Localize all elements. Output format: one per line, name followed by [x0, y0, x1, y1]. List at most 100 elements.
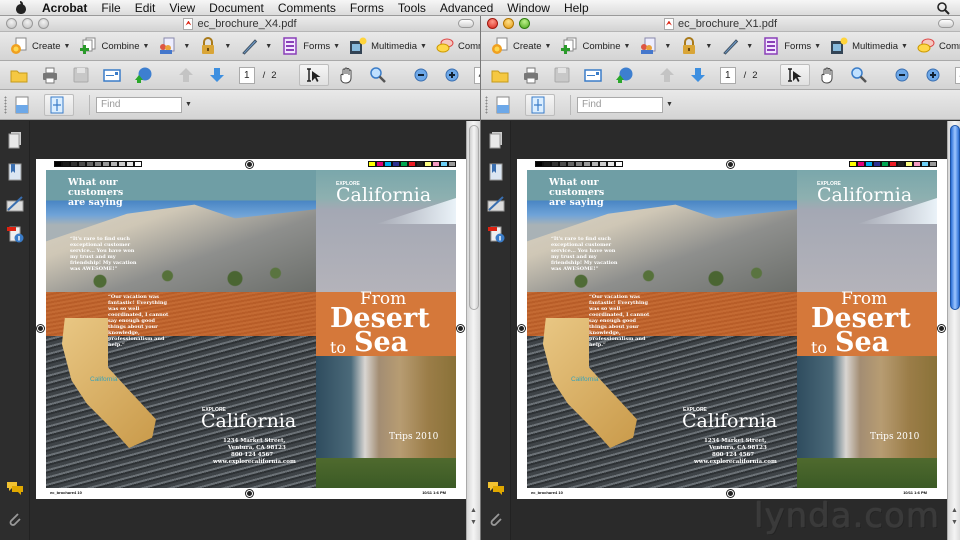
- find-input[interactable]: Find: [96, 96, 182, 113]
- document-info-icon[interactable]: [487, 225, 505, 243]
- marquee-zoom-button[interactable]: [850, 64, 872, 86]
- comment-button[interactable]: Comment▼: [917, 35, 960, 57]
- select-tool-button[interactable]: [298, 64, 329, 86]
- open-button[interactable]: [10, 64, 32, 86]
- zoom-out-button[interactable]: [893, 64, 915, 86]
- secure-button[interactable]: ▼: [680, 35, 712, 57]
- find-input[interactable]: Find: [577, 96, 663, 113]
- email-button[interactable]: [103, 64, 125, 86]
- combine-button[interactable]: Combine ▼: [79, 35, 149, 57]
- zoom-out-button[interactable]: [412, 64, 434, 86]
- lock-icon: [202, 37, 215, 54]
- menu-comments[interactable]: Comments: [278, 1, 336, 15]
- scroll-up-arrow-icon[interactable]: ▲: [470, 507, 477, 514]
- menu-document[interactable]: Document: [209, 1, 264, 15]
- create-button[interactable]: Create ▼: [491, 35, 551, 57]
- toolbar-toggle-button[interactable]: [938, 19, 954, 28]
- collaborate-button[interactable]: ▼: [639, 35, 671, 57]
- fit-page-button[interactable]: [44, 93, 74, 116]
- zoom-window-button[interactable]: [38, 18, 49, 29]
- previous-page-button[interactable]: [658, 64, 680, 86]
- multimedia-button[interactable]: Multimedia ▼: [349, 35, 427, 57]
- print-button[interactable]: [522, 64, 544, 86]
- menu-file[interactable]: File: [101, 1, 120, 15]
- close-window-button[interactable]: [487, 18, 498, 29]
- menu-tools[interactable]: Tools: [398, 1, 426, 15]
- secure-button[interactable]: ▼: [199, 35, 231, 57]
- save-button[interactable]: [72, 64, 94, 86]
- scroll-down-arrow-icon[interactable]: ▼: [951, 519, 958, 526]
- toolbar-grip[interactable]: [4, 95, 7, 114]
- bookmarks-panel-icon[interactable]: [6, 163, 24, 181]
- signatures-panel-icon[interactable]: [487, 195, 505, 213]
- combine-button[interactable]: Combine ▼: [560, 35, 630, 57]
- menu-app[interactable]: Acrobat: [42, 1, 87, 15]
- menu-view[interactable]: View: [169, 1, 195, 15]
- minimize-window-button[interactable]: [22, 18, 33, 29]
- menu-window[interactable]: Window: [507, 1, 550, 15]
- scroll-up-arrow-icon[interactable]: ▲: [951, 507, 958, 514]
- window-titlebar[interactable]: ec_brochure_X1.pdf: [481, 16, 960, 32]
- document-viewer[interactable]: What our customers are saying “It's rare…: [0, 121, 480, 540]
- minimize-window-button[interactable]: [503, 18, 514, 29]
- forms-button[interactable]: Forms ▼: [762, 35, 821, 57]
- toolbar-grip[interactable]: [485, 95, 488, 114]
- menu-help[interactable]: Help: [564, 1, 589, 15]
- vertical-scrollbar[interactable]: ▲ ▼: [466, 121, 480, 540]
- scrollbar-thumb[interactable]: [469, 125, 479, 310]
- hand-tool-button[interactable]: [819, 64, 841, 86]
- forms-button[interactable]: Forms ▼: [281, 35, 340, 57]
- attachments-paperclip-icon[interactable]: [487, 511, 505, 529]
- vertical-scrollbar[interactable]: ▲ ▼: [947, 121, 960, 540]
- menu-advanced[interactable]: Advanced: [440, 1, 493, 15]
- bookmarks-panel-icon[interactable]: [487, 163, 505, 181]
- sign-button[interactable]: ▼: [721, 35, 753, 57]
- next-page-button[interactable]: [208, 64, 230, 86]
- pages-panel-icon[interactable]: [6, 131, 24, 149]
- sign-button[interactable]: ▼: [240, 35, 272, 57]
- web-upload-button[interactable]: [615, 64, 637, 86]
- attachments-paperclip-icon[interactable]: [6, 511, 24, 529]
- hand-tool-button[interactable]: [338, 64, 360, 86]
- fit-page-button[interactable]: [525, 93, 555, 116]
- spotlight-search-icon[interactable]: [936, 1, 950, 15]
- page-number-input[interactable]: 1: [239, 66, 255, 84]
- scrolling-mode-button[interactable]: [13, 94, 35, 116]
- close-window-button[interactable]: [6, 18, 17, 29]
- signatures-panel-icon[interactable]: [6, 195, 24, 213]
- zoom-in-button[interactable]: [924, 64, 946, 86]
- pages-panel-icon[interactable]: [487, 131, 505, 149]
- multimedia-button[interactable]: Multimedia ▼: [830, 35, 908, 57]
- print-button[interactable]: [41, 64, 63, 86]
- save-disk-icon: [554, 67, 570, 83]
- comments-panel-icon[interactable]: [487, 479, 505, 497]
- document-info-icon[interactable]: [6, 225, 24, 243]
- toolbar-toggle-button[interactable]: [458, 19, 474, 28]
- save-button[interactable]: [553, 64, 575, 86]
- menu-forms[interactable]: Forms: [350, 1, 384, 15]
- open-button[interactable]: [491, 64, 513, 86]
- web-upload-button[interactable]: [134, 64, 156, 86]
- apple-menu-icon[interactable]: [14, 0, 28, 15]
- find-options-chevron-icon[interactable]: ▼: [666, 101, 673, 108]
- find-options-chevron-icon[interactable]: ▼: [185, 101, 192, 108]
- scrolling-mode-button[interactable]: [494, 94, 516, 116]
- zoom-window-button[interactable]: [519, 18, 530, 29]
- zoom-level-input[interactable]: 49.5%: [954, 66, 960, 84]
- next-page-button[interactable]: [689, 64, 711, 86]
- create-label: Create: [32, 40, 61, 52]
- collaborate-button[interactable]: ▼: [158, 35, 190, 57]
- email-button[interactable]: [584, 64, 606, 86]
- page-number-input[interactable]: 1: [720, 66, 736, 84]
- marquee-zoom-button[interactable]: [369, 64, 391, 86]
- select-tool-button[interactable]: [779, 64, 810, 86]
- create-button[interactable]: Create ▼: [10, 35, 70, 57]
- comments-panel-icon[interactable]: [6, 479, 24, 497]
- document-viewer[interactable]: What our customers are saying “It's rare…: [481, 121, 960, 540]
- window-titlebar[interactable]: ec_brochure_X4.pdf: [0, 16, 480, 32]
- previous-page-button[interactable]: [177, 64, 199, 86]
- zoom-in-button[interactable]: [443, 64, 465, 86]
- scroll-down-arrow-icon[interactable]: ▼: [470, 519, 477, 526]
- scrollbar-thumb[interactable]: [950, 125, 960, 310]
- menu-edit[interactable]: Edit: [135, 1, 156, 15]
